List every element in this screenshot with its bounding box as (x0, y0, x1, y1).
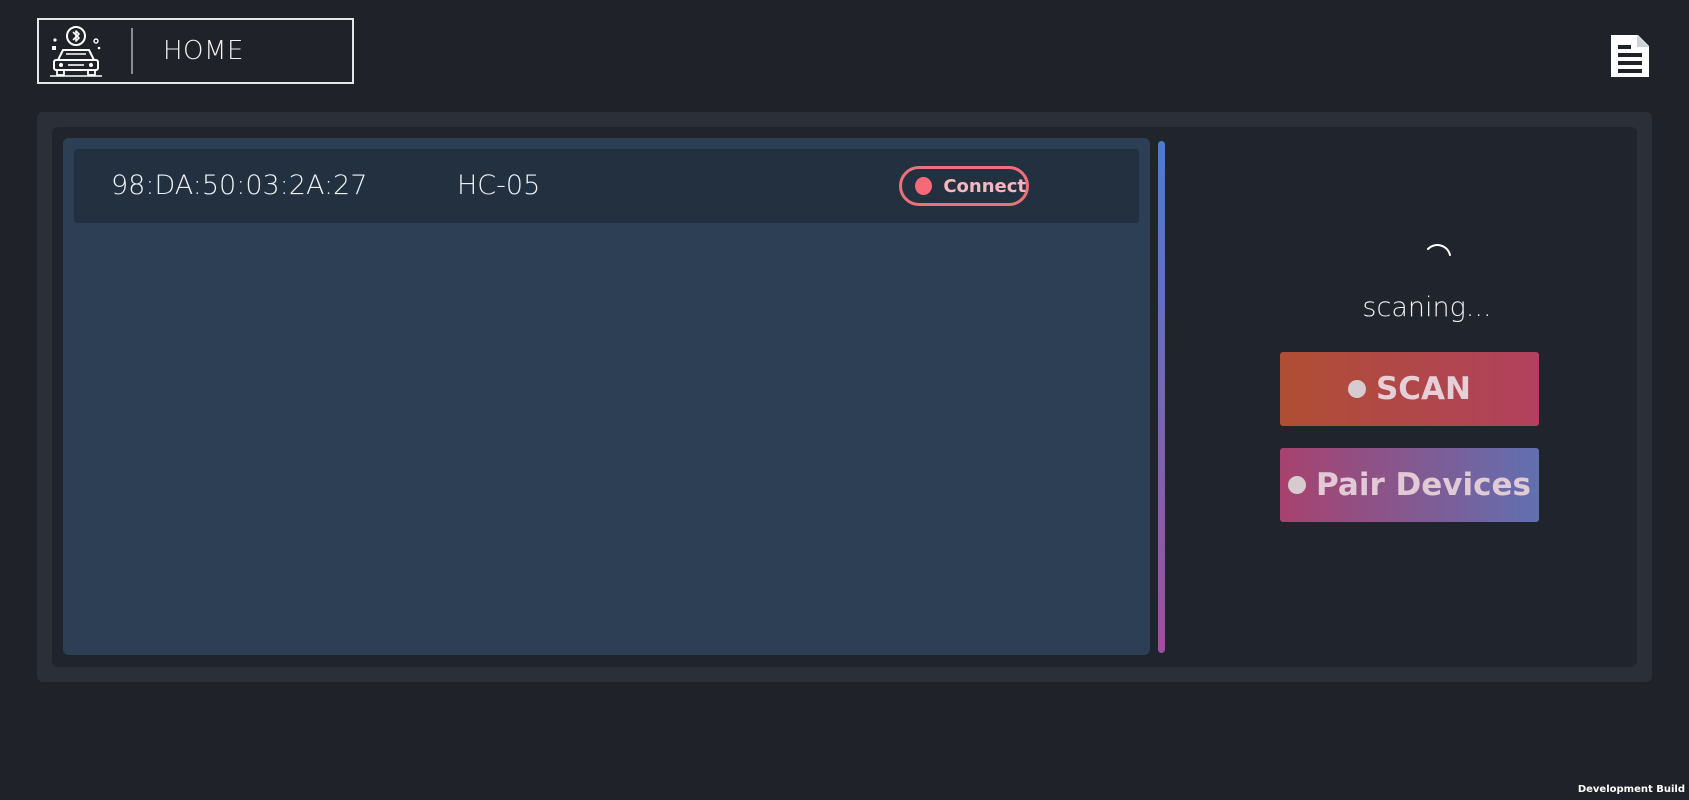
device-mac-address: 98:DA:50:03:2A:27 (111, 170, 368, 201)
device-list-scrollbar[interactable] (1158, 141, 1165, 653)
connect-status-dot-icon (915, 177, 933, 195)
scan-dot-icon (1347, 380, 1366, 398)
scan-status-text: scaning... (1362, 292, 1492, 323)
scan-button-label: SCAN (1375, 371, 1471, 407)
device-name: HC-05 (457, 170, 541, 201)
development-build-label: Development Build (1577, 784, 1685, 795)
main-panel: 98:DA:50:03:2A:27 HC-05 Connect scaning.… (37, 112, 1652, 682)
pair-devices-button-label: Pair Devices (1316, 467, 1531, 503)
page-title: HOME (163, 36, 244, 66)
header-bar: HOME (37, 18, 354, 84)
pair-devices-button[interactable]: Pair Devices (1280, 448, 1539, 522)
header-divider (131, 28, 133, 74)
connect-button-label: Connect (943, 175, 1026, 197)
inner-panel: 98:DA:50:03:2A:27 HC-05 Connect scaning.… (52, 127, 1637, 667)
loading-spinner-icon (1422, 237, 1456, 271)
device-row[interactable]: 98:DA:50:03:2A:27 HC-05 Connect (74, 149, 1139, 223)
document-icon[interactable] (1608, 32, 1652, 80)
scan-button[interactable]: SCAN (1280, 352, 1539, 426)
car-bluetooth-logo-icon (43, 20, 109, 82)
device-list[interactable]: 98:DA:50:03:2A:27 HC-05 Connect (63, 138, 1150, 655)
pair-dot-icon (1288, 476, 1307, 494)
connect-button[interactable]: Connect (899, 166, 1029, 206)
